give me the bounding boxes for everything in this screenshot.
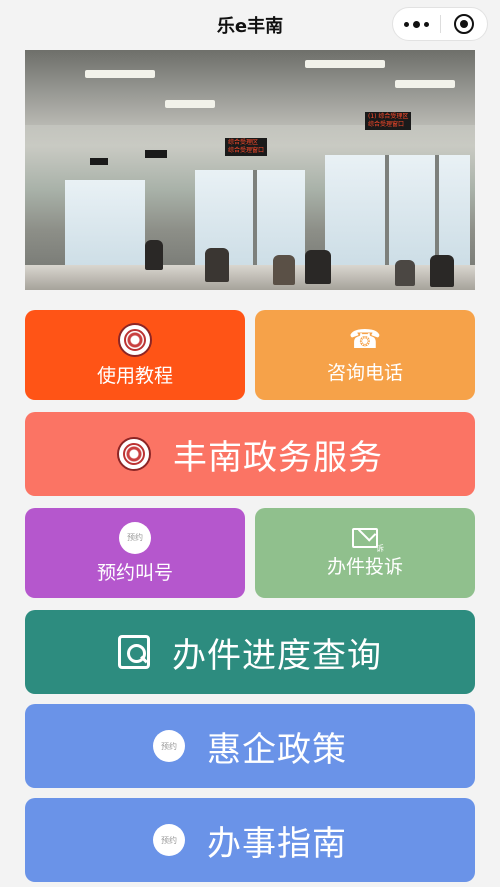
mail-icon: 诉: [352, 527, 384, 553]
window-frame: [253, 170, 257, 280]
hotline-button[interactable]: ☎ 咨询电话: [255, 310, 475, 400]
service-hall-banner[interactable]: (1) 综合受理区 综合受理窗口 综合受理区 综合受理窗口: [25, 50, 475, 290]
close-mini-program-button[interactable]: [441, 8, 487, 40]
policy-button[interactable]: 预约 惠企政策: [25, 704, 475, 788]
policy-label: 惠企政策: [207, 729, 347, 770]
led-sign: [145, 150, 167, 158]
appointment-button[interactable]: 预约 预约叫号: [25, 508, 245, 598]
clock-icon: 预约: [153, 824, 185, 856]
guide-button[interactable]: 预约 办事指南: [25, 798, 475, 882]
more-menu-button[interactable]: [393, 8, 440, 40]
person: [395, 260, 415, 286]
tutorial-button[interactable]: 使用教程: [25, 310, 245, 400]
emblem-icon: [118, 322, 152, 357]
led-sign: [90, 158, 108, 165]
person: [145, 240, 163, 270]
query-icon: [118, 635, 150, 669]
person: [430, 255, 454, 287]
led-sign: 综合受理区 综合受理窗口: [225, 138, 268, 156]
hotline-label: 咨询电话: [326, 361, 403, 384]
dot-icon: [424, 21, 429, 27]
phone-icon: ☎: [348, 324, 382, 355]
led-sign: (1) 综合受理区 综合受理窗口: [365, 112, 412, 130]
gov-service-label: 丰南政务服务: [173, 437, 383, 478]
clock-icon: 预约: [153, 730, 185, 762]
target-icon: [454, 14, 474, 34]
person: [205, 248, 229, 282]
ceiling-light: [85, 70, 155, 78]
appointment-label: 预约叫号: [96, 561, 173, 584]
complaint-button[interactable]: 诉 办件投诉: [255, 508, 475, 598]
clock-icon: 预约: [119, 521, 151, 554]
tutorial-label: 使用教程: [96, 364, 173, 387]
emblem-icon: [117, 437, 151, 471]
complaint-label: 办件投诉: [326, 555, 403, 578]
ceiling-light: [165, 100, 215, 108]
progress-query-label: 办件进度查询: [172, 635, 382, 676]
dot-icon: [413, 20, 420, 28]
person: [305, 250, 331, 284]
ceiling-light: [395, 80, 455, 88]
progress-query-button[interactable]: 办件进度查询: [25, 610, 475, 694]
guide-label: 办事指南: [207, 823, 347, 864]
ceiling-light: [305, 60, 385, 68]
dot-icon: [404, 21, 409, 27]
window-frame: [385, 155, 389, 280]
mini-program-capsule: [392, 7, 488, 41]
navigation-bar: 乐e丰南: [0, 0, 500, 48]
gov-service-button[interactable]: 丰南政务服务: [25, 412, 475, 496]
person: [273, 255, 295, 285]
